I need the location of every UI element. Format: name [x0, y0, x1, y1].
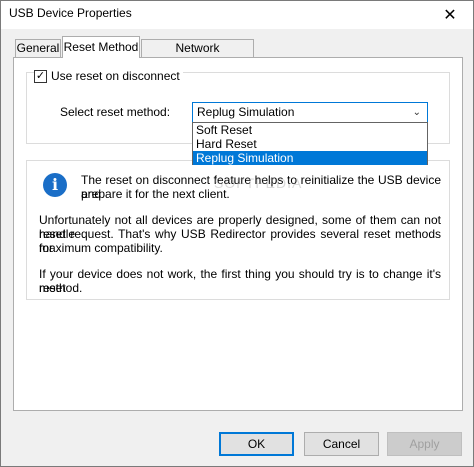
reset-method-dropdown-list: Soft Reset Hard Reset Replug Simulation [192, 122, 428, 165]
ok-button[interactable]: OK [219, 432, 294, 456]
info-text-line: method. [39, 281, 83, 295]
option-replug-simulation[interactable]: Replug Simulation [193, 151, 427, 165]
use-reset-label[interactable]: Use reset on disconnect [51, 69, 180, 83]
reset-method-panel: ✓ Use reset on disconnect Select reset m… [13, 57, 463, 411]
tab-network-compression[interactable]: Network Compression [141, 39, 254, 71]
checkmark-icon: ✓ [35, 69, 46, 82]
info-text-line: maximum compatibility. [39, 241, 163, 255]
window-title: USB Device Properties [9, 6, 132, 20]
close-icon: ✕ [443, 7, 457, 24]
use-reset-checkbox-row[interactable]: ✓ Use reset on disconnect [34, 68, 183, 84]
tab-general[interactable]: General [15, 39, 61, 57]
apply-button[interactable]: Apply [387, 432, 462, 456]
info-icon: i [43, 173, 67, 197]
close-button[interactable]: ✕ [427, 1, 473, 29]
option-soft-reset[interactable]: Soft Reset [193, 123, 427, 137]
reset-method-select[interactable]: Replug Simulation ⌄ [192, 102, 428, 123]
cancel-button[interactable]: Cancel [304, 432, 379, 456]
select-reset-method-label: Select reset method: [60, 105, 171, 119]
info-text-line: prepare it for the next client. [81, 187, 230, 201]
use-reset-checkbox[interactable]: ✓ [34, 69, 47, 83]
reset-method-selected-value: Replug Simulation [197, 105, 295, 119]
info-box: i The reset on disconnect feature helps … [26, 160, 450, 300]
chevron-down-icon[interactable]: ⌄ [413, 103, 421, 122]
option-hard-reset[interactable]: Hard Reset [193, 137, 427, 151]
title-bar: USB Device Properties ✕ [1, 1, 473, 29]
usb-device-properties-dialog: USB Device Properties ✕ General Reset Me… [0, 0, 474, 467]
tab-reset-method[interactable]: Reset Method [62, 36, 140, 58]
